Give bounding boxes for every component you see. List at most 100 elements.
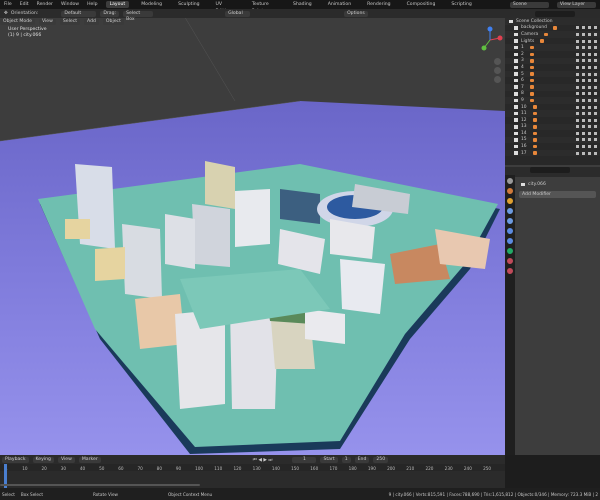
tab-compositing[interactable]: Compositing [403, 1, 440, 8]
visibility-toggles[interactable] [576, 98, 600, 102]
drag-dropdown[interactable]: Select Box [123, 10, 154, 22]
properties-tab-icon[interactable] [507, 208, 513, 214]
visibility-toggles[interactable] [576, 65, 600, 69]
outliner-item[interactable]: 15 [505, 136, 600, 144]
outliner-item[interactable]: 9 [505, 97, 600, 104]
keying-menu[interactable]: Keying [32, 456, 54, 463]
outliner-item[interactable]: 6 [505, 77, 600, 84]
menu-object[interactable]: Object [102, 19, 124, 25]
properties-tab-icon[interactable] [507, 218, 513, 224]
outliner-scene-collection[interactable]: Scene Collection [505, 18, 600, 25]
3d-viewport[interactable] [0, 9, 505, 455]
visibility-toggles[interactable] [576, 131, 600, 135]
current-frame-field[interactable]: 1 [292, 456, 317, 463]
visibility-toggles[interactable] [576, 46, 600, 50]
tab-sculpting[interactable]: Sculpting [174, 1, 203, 8]
visibility-toggles[interactable] [576, 138, 600, 142]
outliner-item[interactable]: 4 [505, 64, 600, 71]
visibility-toggles[interactable] [576, 151, 600, 155]
outliner-item[interactable]: Camera [505, 31, 600, 38]
visibility-toggles[interactable] [576, 105, 600, 109]
outliner-item[interactable]: background [505, 25, 600, 32]
tab-animation[interactable]: Animation [324, 1, 355, 8]
outliner-item[interactable]: 14 [505, 130, 600, 137]
visibility-toggles[interactable] [576, 92, 600, 96]
outliner-item[interactable]: 5 [505, 70, 600, 78]
tab-rendering[interactable]: Rendering [363, 1, 394, 8]
properties-tab-icon[interactable] [507, 178, 513, 184]
menu-edit[interactable]: Edit [20, 2, 29, 7]
properties-tab-icon[interactable] [507, 198, 513, 204]
navigation-gizmo[interactable] [476, 26, 504, 56]
menu-select[interactable]: Select [59, 19, 81, 25]
playback-controls[interactable]: ⏮ ◀ ▶ ⏭ [253, 457, 273, 463]
visibility-toggles[interactable] [576, 39, 600, 43]
visibility-toggles[interactable] [576, 125, 600, 129]
orientation-dropdown[interactable]: Default [61, 10, 97, 17]
playback-menu[interactable]: Playback [2, 456, 29, 463]
properties-tab-icon[interactable] [507, 238, 513, 244]
object-icon [529, 78, 534, 83]
tab-layout[interactable]: Layout [105, 1, 130, 8]
pan-icon[interactable] [494, 67, 501, 74]
transform-orientation-dropdown[interactable]: Global [225, 10, 251, 17]
visibility-toggles[interactable] [576, 32, 600, 36]
visibility-toggles[interactable] [576, 79, 600, 83]
tab-texture-paint[interactable]: Texture Paint [248, 1, 281, 14]
properties-search[interactable] [530, 167, 570, 173]
visibility-toggles[interactable] [576, 59, 600, 63]
outliner-item[interactable]: 12 [505, 117, 600, 124]
menu-window[interactable]: Window [61, 2, 79, 7]
visibility-toggles[interactable] [576, 112, 600, 116]
outliner-item[interactable]: 7 [505, 83, 600, 91]
outliner-item[interactable]: 3 [505, 57, 600, 65]
properties-tab-icon[interactable] [507, 258, 513, 264]
menu-add[interactable]: Add [84, 19, 99, 25]
marker-menu[interactable]: Marker [78, 456, 101, 463]
visibility-toggles[interactable] [576, 85, 600, 89]
view-layer-selector[interactable]: View Layer [556, 1, 596, 8]
outliner-item[interactable]: 1 [505, 44, 600, 51]
timeline-scrollbar[interactable] [0, 484, 200, 486]
camera-view-icon[interactable] [494, 76, 501, 83]
visibility-toggles[interactable] [576, 52, 600, 56]
tab-scripting[interactable]: Scripting [447, 1, 475, 8]
outliner-item[interactable]: 16 [505, 143, 600, 150]
frame-tick-label: 70 [137, 466, 143, 471]
scene-selector[interactable]: Scene [509, 1, 549, 8]
active-object-label: (1) 9 | city.066 [8, 33, 42, 38]
menu-file[interactable]: File [4, 2, 12, 7]
zoom-icon[interactable] [494, 58, 501, 65]
outliner-item[interactable]: 17 [505, 149, 600, 157]
visibility-toggles[interactable] [576, 145, 600, 149]
options-dropdown[interactable]: Options [344, 10, 368, 17]
tab-modeling[interactable]: Modeling [137, 1, 166, 8]
outliner-item[interactable]: 10 [505, 104, 600, 111]
visibility-toggles[interactable] [576, 118, 600, 122]
start-frame-field[interactable]: 1 [341, 456, 351, 463]
menu-help[interactable]: Help [87, 2, 97, 7]
menu-view[interactable]: View [38, 19, 56, 25]
outliner-item[interactable]: 11 [505, 110, 600, 117]
timeline-view-menu[interactable]: View [57, 456, 75, 463]
properties-tabs [505, 175, 515, 455]
city-scene [0, 9, 505, 455]
properties-tab-icon[interactable] [507, 268, 513, 274]
tab-uv-editing[interactable]: UV Editing [212, 1, 240, 14]
properties-tab-icon[interactable] [507, 248, 513, 254]
properties-tab-icon[interactable] [507, 188, 513, 194]
outliner-item[interactable]: 2 [505, 51, 600, 58]
outliner-item[interactable]: 8 [505, 91, 600, 98]
properties-tab-icon[interactable] [507, 228, 513, 234]
status-select: Select [2, 491, 15, 497]
menu-render[interactable]: Render [37, 2, 53, 7]
outliner-search[interactable] [535, 10, 575, 17]
end-frame-field[interactable]: 250 [373, 456, 389, 463]
tab-shading[interactable]: Shading [289, 1, 316, 8]
add-modifier-button[interactable]: Add Modifier [519, 191, 596, 198]
visibility-toggles[interactable] [576, 72, 600, 76]
mode-dropdown[interactable]: Object Mode [0, 19, 35, 25]
visibility-toggles[interactable] [576, 26, 600, 30]
outliner-item[interactable]: Lights [505, 38, 600, 45]
outliner-item[interactable]: 13 [505, 123, 600, 131]
